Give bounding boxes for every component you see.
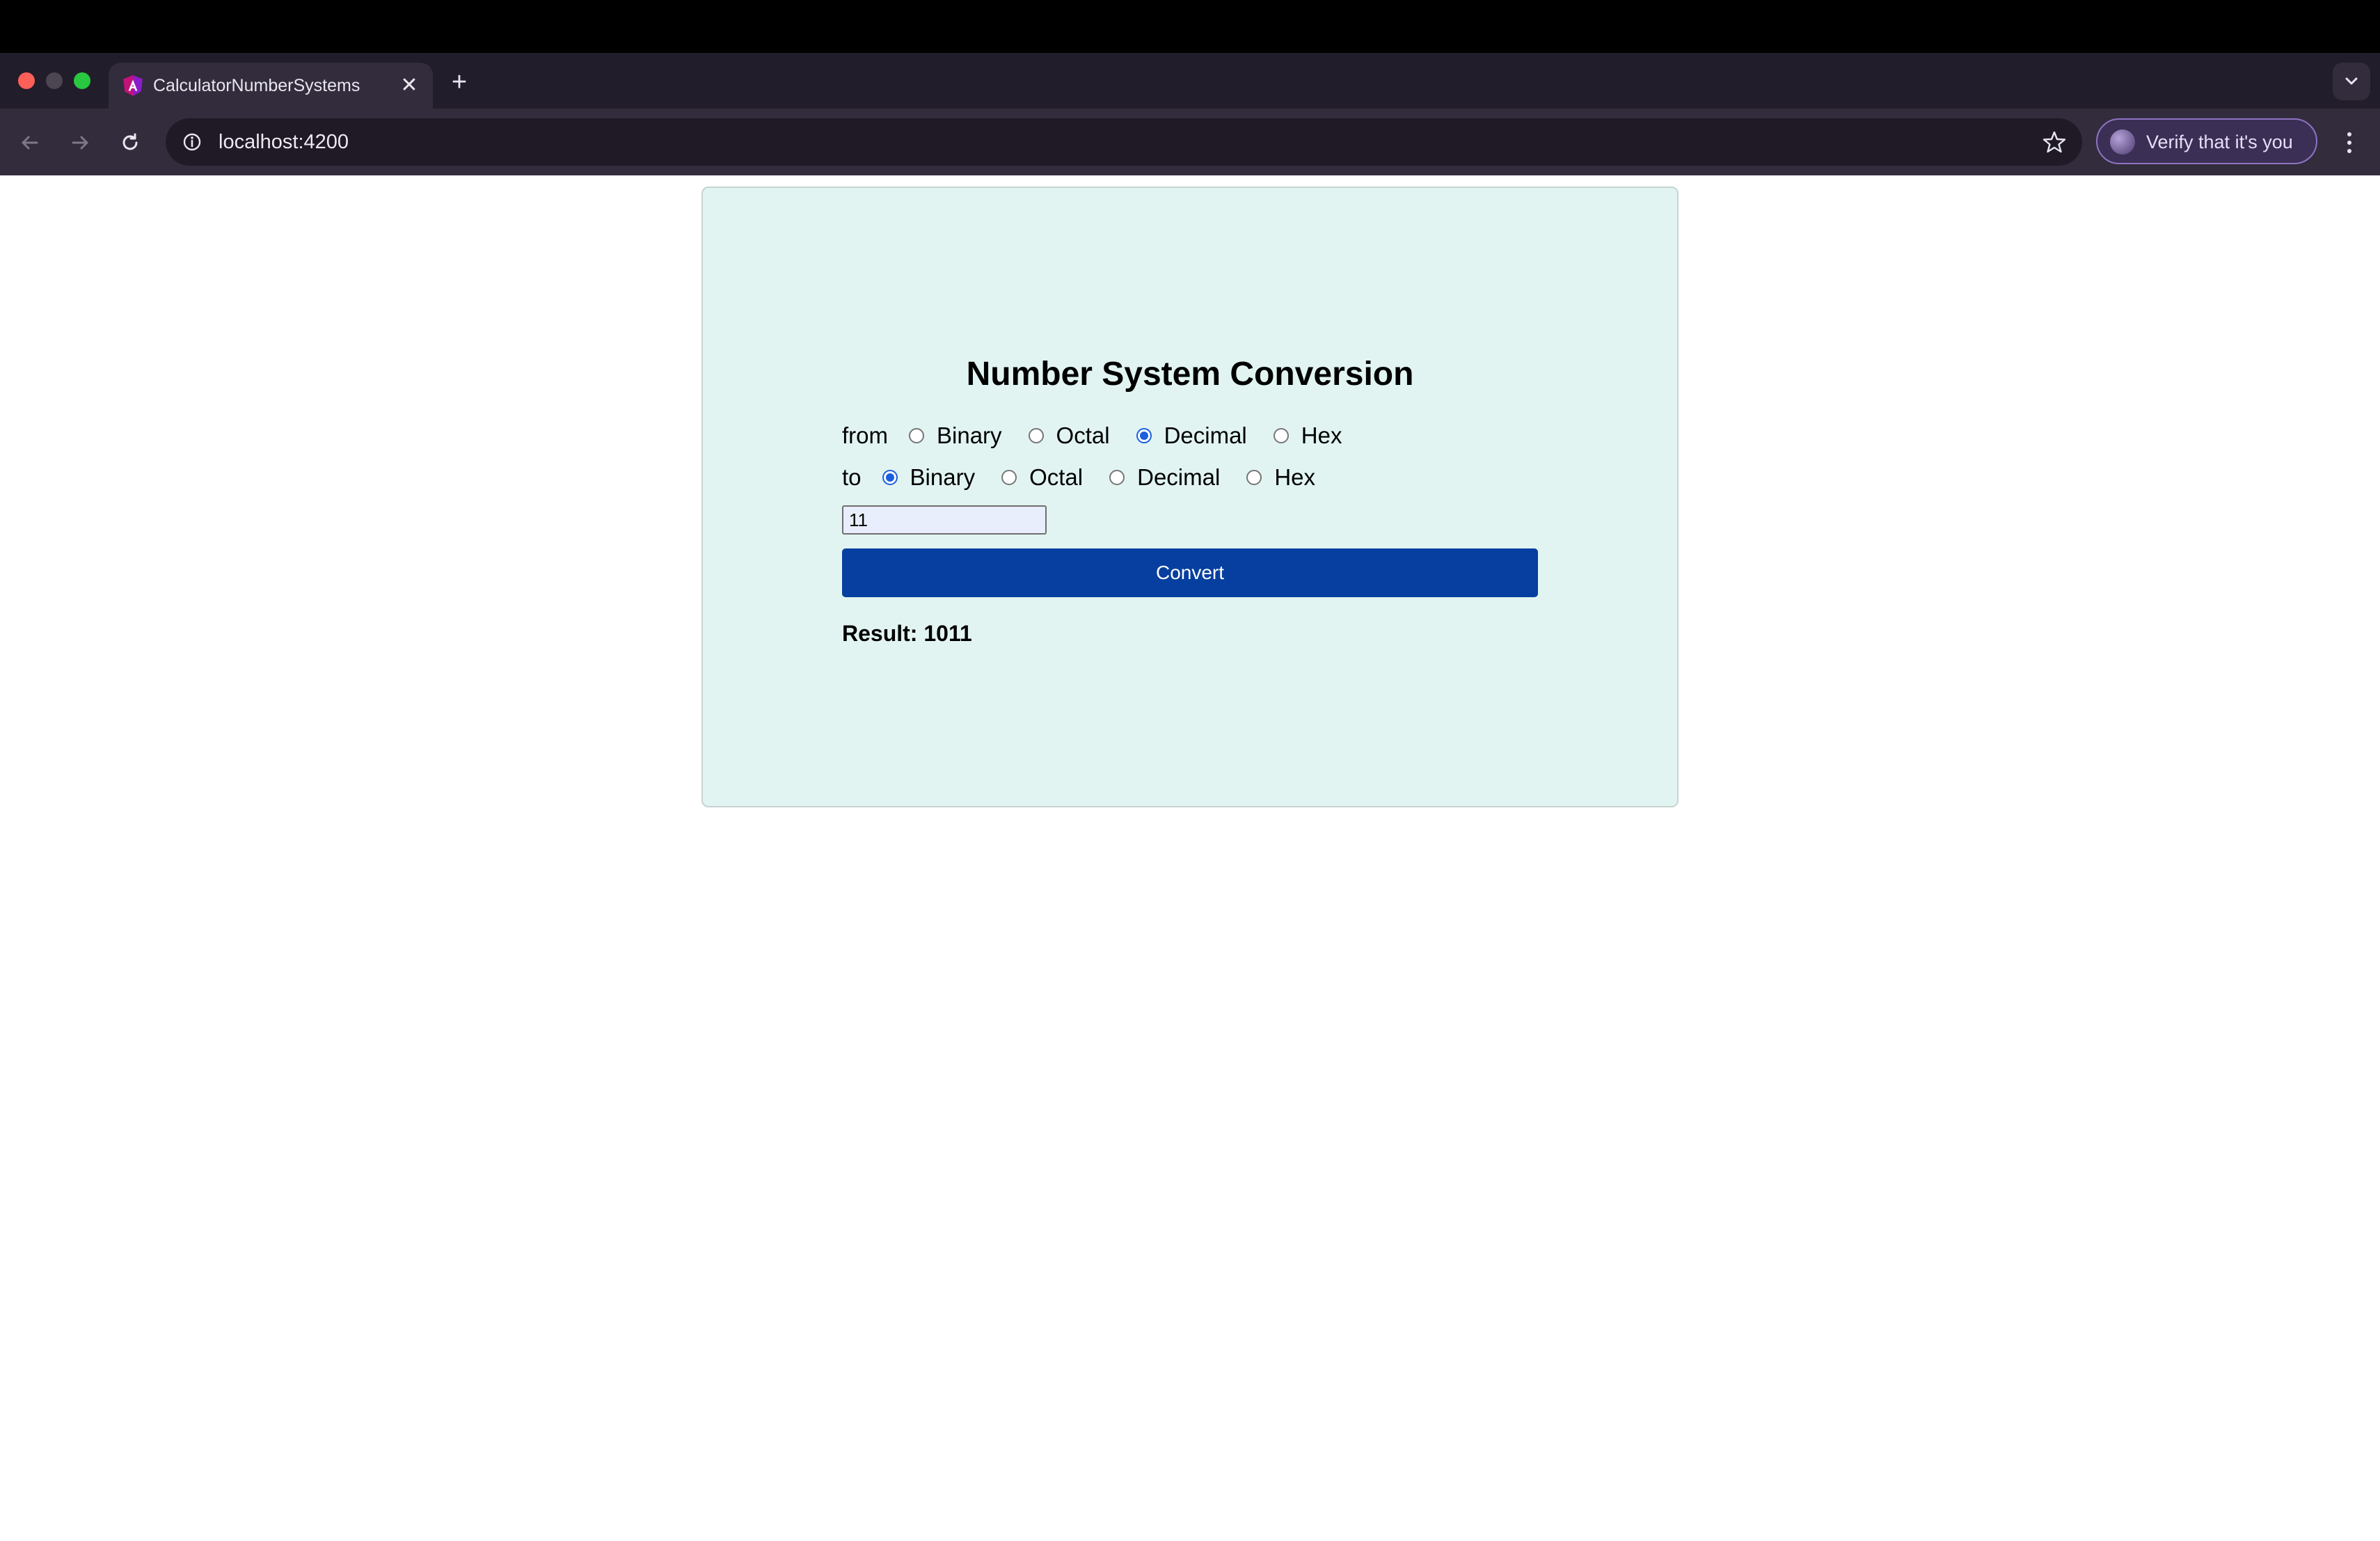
from-label: from [842, 422, 888, 448]
option-label: Hex [1301, 422, 1342, 448]
window-maximize-button[interactable] [74, 72, 90, 89]
to-radio-group: to Binary Octal Decimal Hex [842, 464, 1342, 491]
verify-profile-button[interactable]: Verify that it's you [2096, 118, 2317, 164]
avatar [2110, 129, 2135, 155]
menu-dot-icon [2347, 141, 2351, 145]
page-title: Number System Conversion [966, 356, 1414, 393]
new-tab-button[interactable]: + [443, 65, 476, 99]
browser-menu-button[interactable] [2335, 127, 2363, 159]
number-input[interactable] [842, 505, 1047, 535]
option-label: Octal [1029, 464, 1084, 490]
reload-icon [122, 133, 138, 150]
chevron-down-icon [2345, 77, 2358, 85]
option-label: Binary [937, 422, 1002, 448]
from-radio-group: from Binary Octal Decimal Hex [842, 422, 1368, 450]
radio-button[interactable] [909, 428, 924, 443]
option-label: Octal [1056, 422, 1110, 448]
screen-top-bar [0, 0, 2380, 53]
from-option-octal[interactable]: Octal [1028, 422, 1110, 450]
option-label: Decimal [1164, 422, 1247, 448]
from-option-decimal[interactable]: Decimal [1136, 422, 1247, 450]
tab-search-button[interactable] [2333, 63, 2370, 100]
option-label: Binary [910, 464, 976, 490]
bookmark-star-icon[interactable] [2042, 129, 2067, 155]
from-option-hex[interactable]: Hex [1273, 422, 1342, 450]
radio-button[interactable] [1001, 470, 1017, 485]
window-minimize-button[interactable] [46, 72, 63, 89]
to-option-binary[interactable]: Binary [882, 464, 976, 491]
info-icon [183, 133, 201, 151]
forward-button[interactable] [64, 127, 96, 159]
menu-dot-icon [2347, 132, 2351, 136]
radio-button-checked[interactable] [1136, 428, 1152, 443]
arrow-right-icon [72, 136, 88, 150]
url-text: localhost:4200 [219, 131, 349, 153]
to-label: to [842, 464, 862, 490]
reload-button[interactable] [114, 127, 146, 159]
profile-button-label: Verify that it's you [2146, 132, 2293, 152]
back-button[interactable] [14, 127, 46, 159]
radio-button[interactable] [1246, 470, 1262, 485]
to-option-decimal[interactable]: Decimal [1109, 464, 1220, 491]
arrow-left-icon [22, 136, 38, 150]
radio-button-checked[interactable] [882, 470, 898, 485]
tab-title: CalculatorNumberSystems [153, 76, 360, 95]
convert-button[interactable]: Convert [842, 548, 1538, 597]
radio-button[interactable] [1273, 428, 1289, 443]
to-option-octal[interactable]: Octal [1001, 464, 1083, 491]
option-label: Hex [1274, 464, 1315, 490]
from-option-binary[interactable]: Binary [909, 422, 1002, 450]
window-close-button[interactable] [18, 72, 35, 89]
site-info-icon[interactable] [181, 131, 203, 153]
result-text: Result: 1011 [842, 621, 972, 646]
to-option-hex[interactable]: Hex [1246, 464, 1315, 491]
menu-dot-icon [2347, 149, 2351, 153]
converter-card: Number System Conversion from Binary Oct… [701, 187, 1679, 807]
tab-close-icon[interactable]: ✕ [395, 72, 423, 100]
radio-button[interactable] [1109, 470, 1125, 485]
address-bar[interactable]: localhost:4200 [166, 118, 2082, 166]
option-label: Decimal [1137, 464, 1221, 490]
angular-logo-icon [123, 75, 143, 96]
star-icon [2042, 131, 2066, 153]
radio-button[interactable] [1028, 428, 1044, 443]
browser-tab-active[interactable]: CalculatorNumberSystems ✕ [109, 63, 433, 109]
